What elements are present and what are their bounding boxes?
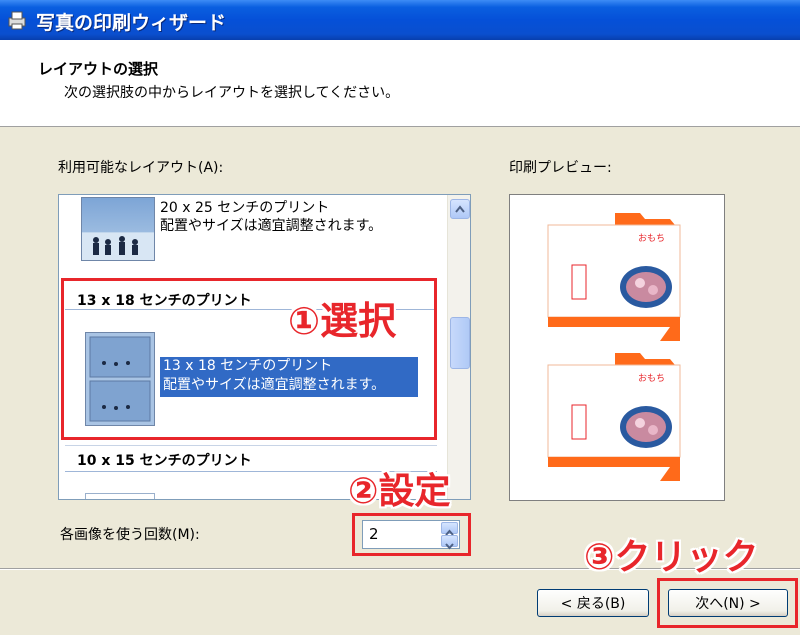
printer-icon xyxy=(8,11,26,30)
next-button[interactable]: 次へ(N) > xyxy=(668,589,788,617)
spin-up-button[interactable] xyxy=(441,522,458,536)
scroll-thumb[interactable] xyxy=(450,317,470,369)
page-title: レイアウトの選択 xyxy=(38,60,159,78)
window-title: 写真の印刷ウィザード xyxy=(36,12,227,34)
people-silhouette-icon xyxy=(93,236,138,255)
spin-down-button[interactable] xyxy=(441,535,458,550)
copies-stepper[interactable]: 2 xyxy=(362,520,460,550)
annotation-step2: ②設定 xyxy=(348,471,451,512)
layout-item-title: 20 x 25 センチのプリント xyxy=(160,200,330,216)
preview-card-text-bottom: おもち xyxy=(638,374,666,384)
layout-item-title: 10 x 15 センチのプリント xyxy=(77,453,252,469)
layout-thumbnail xyxy=(81,197,155,261)
list-scrollbar[interactable] xyxy=(447,195,470,499)
preview-page-image xyxy=(547,213,681,481)
preview-card-text-top: おもち xyxy=(638,234,666,244)
print-preview: おもち おもち xyxy=(509,194,725,501)
available-layouts-label: 利用可能なレイアウト(A): xyxy=(58,160,224,176)
scroll-up-button[interactable] xyxy=(450,199,470,219)
back-button[interactable]: < 戻る(B) xyxy=(537,589,649,617)
print-preview-label: 印刷プレビュー: xyxy=(509,160,612,176)
item-divider xyxy=(65,445,437,446)
copies-value: 2 xyxy=(369,525,379,543)
annotation-step1: ①選択 xyxy=(288,299,397,343)
annotation-step3: ③クリック xyxy=(584,537,759,578)
chevron-up-icon xyxy=(455,205,465,213)
wizard-header: レイアウトの選択 次の選択肢の中からレイアウトを選択してください。 xyxy=(0,40,800,127)
page-subtitle: 次の選択肢の中からレイアウトを選択してください。 xyxy=(64,85,400,101)
layout-thumbnail xyxy=(85,493,155,499)
chevron-down-icon xyxy=(445,543,454,550)
title-bar[interactable]: 写真の印刷ウィザード xyxy=(0,0,800,40)
layout-item-description: 配置やサイズは適宜調整されます。 xyxy=(160,218,383,234)
copies-label: 各画像を使う回数(M): xyxy=(60,527,200,543)
